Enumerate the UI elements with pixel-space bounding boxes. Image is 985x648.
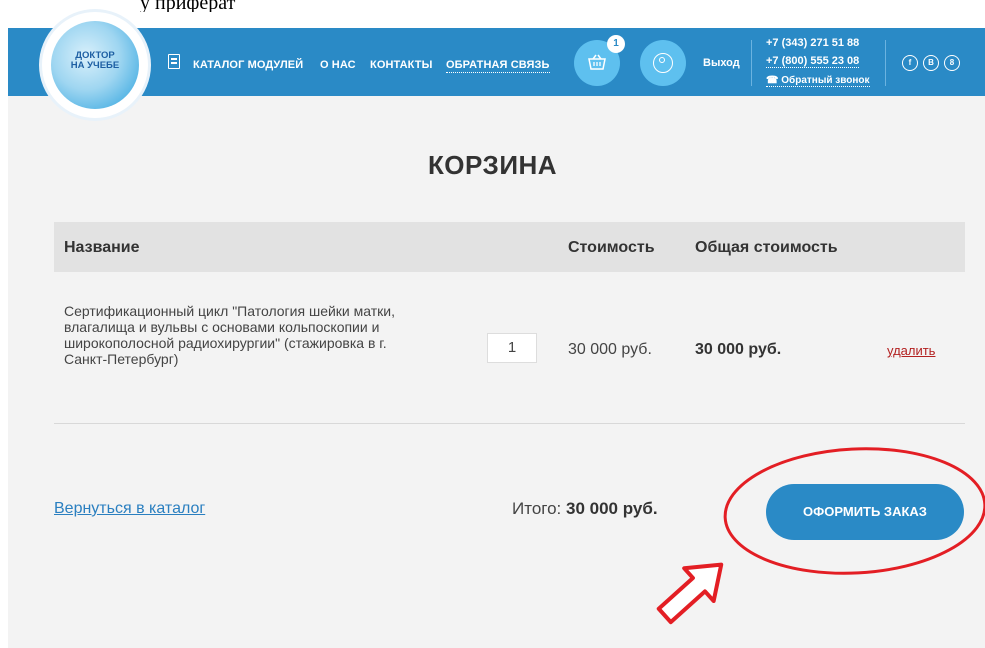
remove-item-link[interactable]: удалить <box>887 343 935 358</box>
nav-contacts[interactable]: КОНТАКТЫ <box>370 59 432 71</box>
callback-link[interactable]: ☎ Обратный звонок <box>766 75 870 87</box>
cart-item-total: 30 000 руб. <box>695 341 782 358</box>
logo-emblem: ДОКТОР НА УЧЕБЕ <box>51 21 139 109</box>
logout-link[interactable]: Выход <box>703 57 740 69</box>
header-name: Название <box>64 239 140 256</box>
user-icon <box>653 53 673 73</box>
total-value: 30 000 руб. <box>566 499 658 518</box>
checkout-button[interactable]: ОФОРМИТЬ ЗАКАЗ <box>766 484 964 540</box>
nav-about[interactable]: О НАС <box>320 59 356 71</box>
header-divider <box>751 40 752 86</box>
phone-secondary[interactable]: +7 (800) 555 23 08 <box>766 55 860 68</box>
nav-catalog[interactable]: КАТАЛОГ МОДУЛЕЙ <box>193 59 303 71</box>
vk-icon[interactable]: В <box>923 55 939 71</box>
back-to-catalog-link[interactable]: Вернуться в каталог <box>54 500 205 518</box>
total-label: Итого: <box>512 499 562 518</box>
callback-label: Обратный звонок <box>781 75 870 86</box>
cart-count-badge: 1 <box>607 35 625 53</box>
order-total: Итого: 30 000 руб. <box>512 499 658 519</box>
basket-icon <box>588 54 606 70</box>
catalog-icon[interactable] <box>168 54 180 69</box>
header-divider-2 <box>885 40 886 86</box>
quantity-input[interactable]: 1 <box>487 333 537 363</box>
phone-primary[interactable]: +7 (343) 271 51 88 <box>766 37 859 49</box>
phone-icon: ☎ <box>766 75 779 86</box>
odnoklassniki-icon[interactable]: 8 <box>944 55 960 71</box>
nav-feedback[interactable]: ОБРАТНАЯ СВЯЗЬ <box>446 59 550 73</box>
table-divider <box>54 423 965 424</box>
logo-text: ДОКТОР НА УЧЕБЕ <box>70 50 120 71</box>
top-crop-strip: у приферат <box>0 0 985 12</box>
site-logo[interactable]: ДОКТОР НА УЧЕБЕ <box>42 12 148 118</box>
cart-item-price: 30 000 руб. <box>568 341 652 358</box>
header-price: Стоимость <box>568 239 655 256</box>
header-total: Общая стоимость <box>695 239 838 256</box>
facebook-icon[interactable]: f <box>902 55 918 71</box>
page-title: КОРЗИНА <box>427 150 558 180</box>
user-profile-button[interactable] <box>640 40 686 86</box>
cart-item-name: Сертификационный цикл "Патология шейки м… <box>64 303 395 367</box>
